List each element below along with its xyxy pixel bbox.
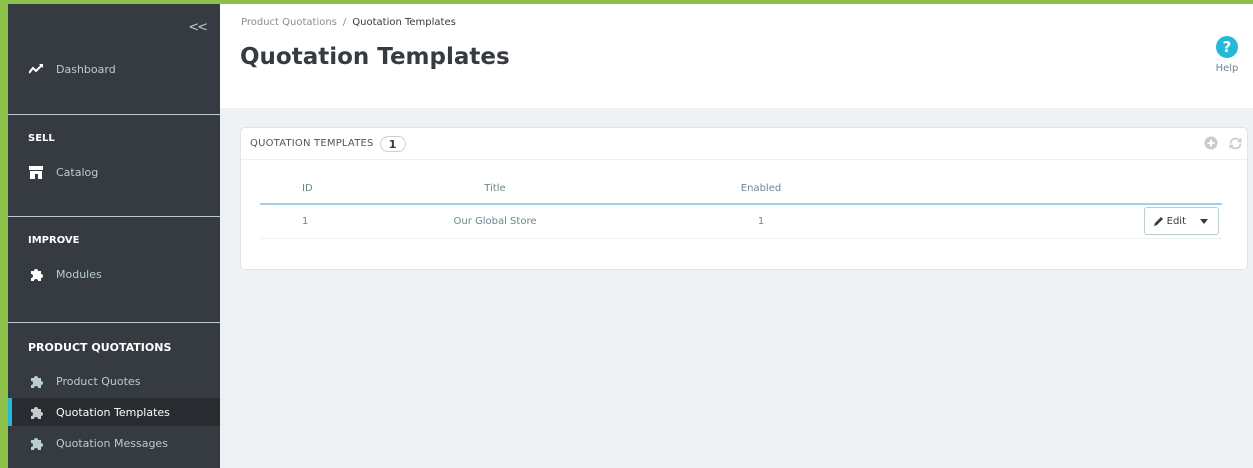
sidebar-item-label: Product Quotes: [56, 374, 141, 388]
sidebar-item-quotation-messages[interactable]: Quotation Messages: [8, 429, 220, 457]
breadcrumb: Product Quotations / Quotation Templates: [241, 17, 456, 28]
add-icon[interactable]: [1203, 135, 1219, 151]
sidebar-divider: [8, 322, 220, 323]
sidebar-divider: [8, 216, 220, 217]
cell-enabled: 1: [640, 204, 882, 239]
panel-heading: QUOTATION TEMPLATES 1: [241, 128, 1247, 160]
help-button[interactable]: ? Help: [1209, 36, 1245, 74]
help-icon: ?: [1216, 36, 1238, 58]
cell-title: Our Global Store: [350, 204, 640, 239]
sidebar-section-sell: SELL: [28, 133, 55, 144]
panel-actions: [1203, 135, 1243, 151]
edit-button-label: Edit: [1166, 215, 1186, 227]
cell-actions: Edit: [882, 204, 1222, 239]
edit-button[interactable]: Edit: [1145, 208, 1194, 234]
puzzle-icon: [28, 266, 44, 282]
row-action-group: Edit: [1143, 207, 1219, 236]
cell-id: 1: [260, 204, 350, 239]
sidebar-item-label: Quotation Messages: [56, 436, 168, 450]
breadcrumb-separator: /: [342, 17, 347, 28]
caret-down-icon: [1200, 218, 1208, 224]
sidebar-item-product-quotes[interactable]: Product Quotes: [8, 367, 220, 395]
quotation-templates-panel: QUOTATION TEMPLATES 1 ID Title Enabled 1…: [240, 127, 1248, 270]
count-badge: 1: [379, 135, 406, 152]
table-row[interactable]: 1 Our Global Store 1 Edit: [260, 204, 1222, 239]
app-frame: << Dashboard SELL Catalog IMPROVE Module…: [8, 4, 1253, 468]
panel-title: QUOTATION TEMPLATES: [250, 138, 374, 149]
help-label: Help: [1215, 63, 1239, 74]
trending-up-icon: [28, 61, 44, 77]
sidebar-item-label: Catalog: [56, 165, 99, 179]
main-content: Product Quotations / Quotation Templates Q…: [220, 4, 1253, 468]
page-header: Product Quotations / Quotation Templates Q…: [220, 4, 1253, 108]
sidebar-divider: [8, 114, 220, 115]
column-header-title[interactable]: Title: [350, 174, 640, 205]
puzzle-icon: [28, 435, 44, 451]
sidebar-section-improve: IMPROVE: [28, 235, 80, 246]
sidebar-item-label: Dashboard: [56, 62, 116, 76]
column-header-enabled[interactable]: Enabled: [640, 174, 882, 205]
page-title: Quotation Templates: [240, 44, 510, 70]
sidebar-item-modules[interactable]: Modules: [8, 260, 220, 288]
row-actions-dropdown[interactable]: [1194, 208, 1218, 234]
sidebar-section-product-quotations: PRODUCT QUOTATIONS: [28, 341, 172, 354]
quotation-templates-table: ID Title Enabled 1 Our Global Store 1 Ed…: [260, 174, 1222, 239]
column-header-id[interactable]: ID: [260, 174, 350, 205]
puzzle-icon: [28, 404, 44, 420]
sidebar: << Dashboard SELL Catalog IMPROVE Module…: [8, 4, 220, 468]
sidebar-item-quotation-templates[interactable]: Quotation Templates: [8, 398, 220, 426]
breadcrumb-parent-link[interactable]: Product Quotations: [241, 17, 337, 28]
sidebar-item-catalog[interactable]: Catalog: [8, 158, 220, 186]
refresh-icon[interactable]: [1227, 135, 1243, 151]
pencil-icon: [1153, 217, 1163, 227]
collapse-sidebar-button[interactable]: <<: [188, 20, 208, 35]
sidebar-item-label: Modules: [56, 267, 102, 281]
puzzle-icon: [28, 373, 44, 389]
sidebar-item-label: Quotation Templates: [56, 405, 170, 419]
breadcrumb-current: Quotation Templates: [352, 17, 456, 28]
store-icon: [28, 164, 44, 180]
column-header-actions: [882, 174, 1222, 205]
sidebar-item-dashboard[interactable]: Dashboard: [8, 55, 220, 83]
table-header-row: ID Title Enabled: [260, 174, 1222, 205]
